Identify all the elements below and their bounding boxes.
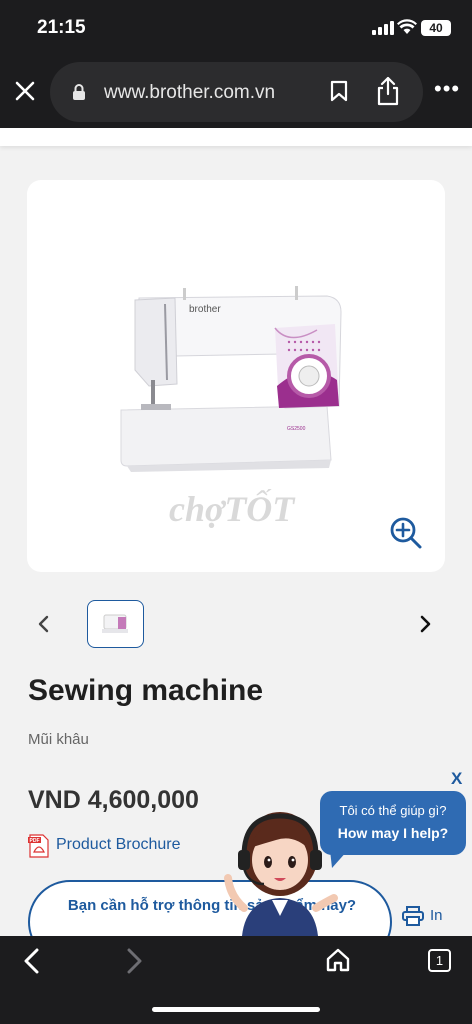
printer-icon [402, 906, 424, 926]
home-icon[interactable] [325, 947, 351, 973]
sewing-machine-thumbnail [102, 614, 128, 633]
support-agent-avatar[interactable] [220, 804, 340, 936]
product-price: VND 4,600,000 [28, 786, 199, 814]
more-options-icon[interactable]: ••• [434, 78, 460, 100]
back-icon[interactable] [22, 948, 42, 974]
tabs-button[interactable]: 1 [428, 949, 451, 972]
thumbnail-image[interactable] [87, 600, 144, 648]
home-indicator [152, 1007, 320, 1012]
chat-line-vi: Tôi có thể giúp gì? [339, 803, 447, 818]
forward-icon[interactable] [124, 948, 144, 974]
svg-text:PDF: PDF [30, 838, 40, 844]
bookmark-icon[interactable] [330, 80, 348, 102]
web-content: GS2500 brother chợTỐT Sewing machine Mũi… [0, 128, 472, 936]
product-subtitle: Mũi khâu [28, 731, 89, 748]
page-header-strip [0, 128, 472, 146]
status-bar: 21:15 40 [0, 0, 472, 56]
product-title: Sewing machine [28, 674, 264, 707]
chat-line-en: How may I help? [337, 825, 449, 841]
brand-text: brother [189, 304, 221, 315]
chevron-left-icon[interactable] [37, 615, 51, 633]
chat-help-bubble[interactable]: Tôi có thể giúp gì? How may I help? [320, 791, 466, 855]
brochure-label: Product Brochure [56, 836, 181, 853]
close-icon[interactable] [12, 78, 38, 104]
chat-close-button[interactable]: X [451, 769, 462, 789]
print-button[interactable]: In [402, 906, 443, 931]
status-time: 21:15 [37, 17, 86, 38]
battery-icon: 40 [421, 20, 451, 36]
browser-url-bar: www.brother.com.vn ••• [0, 56, 472, 128]
product-image-card[interactable]: GS2500 brother chợTỐT [27, 180, 445, 572]
zoom-in-icon[interactable] [389, 516, 423, 550]
share-icon[interactable] [376, 76, 400, 106]
image-thumbnail-strip [0, 598, 472, 650]
browser-toolbar: 1 [0, 936, 472, 1024]
address-field[interactable]: www.brother.com.vn [50, 62, 423, 122]
pdf-icon: PDF [28, 834, 49, 858]
chevron-right-icon[interactable] [418, 615, 432, 633]
lock-icon [73, 84, 85, 100]
wifi-icon [397, 19, 417, 34]
print-label: In [430, 907, 443, 924]
url-text: www.brother.com.vn [104, 82, 276, 103]
watermark-text: chợTỐT [169, 489, 295, 529]
svg-text:GS2500: GS2500 [287, 426, 306, 432]
cellular-signal-icon [372, 21, 394, 35]
